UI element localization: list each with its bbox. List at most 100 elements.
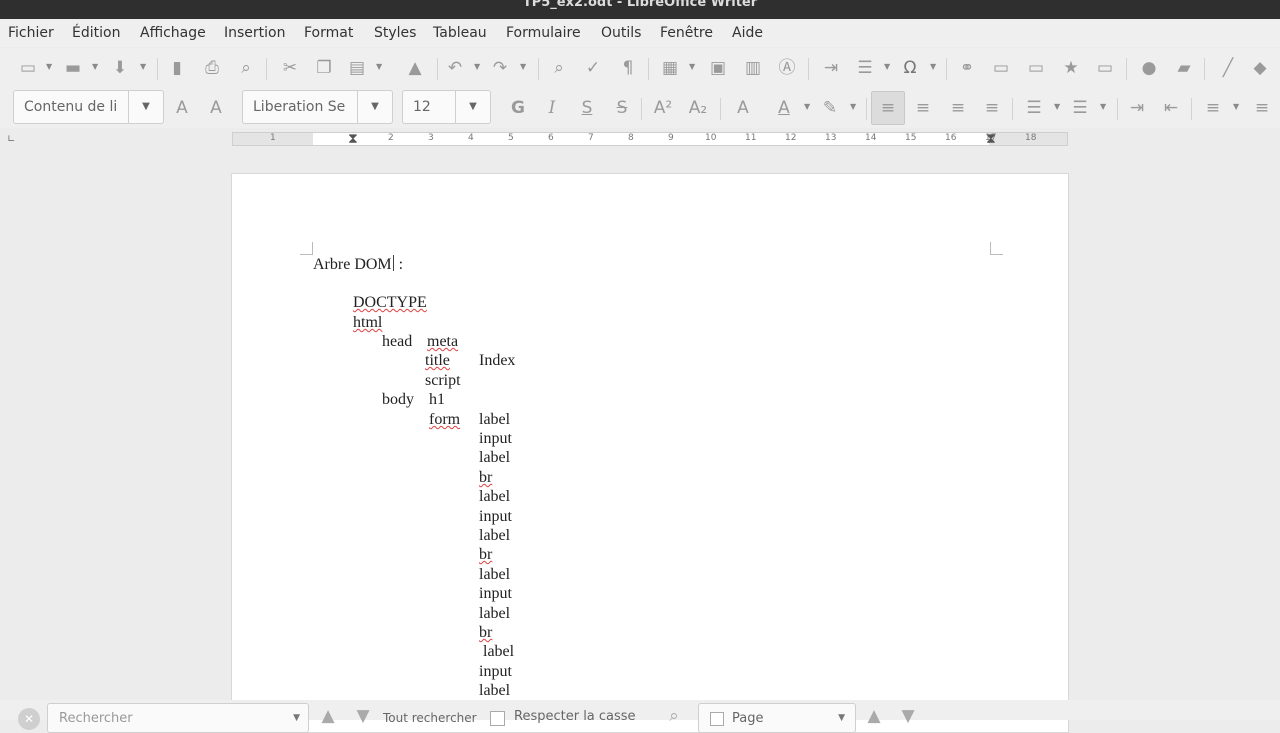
- unordered-list-icon[interactable]: ☰: [1024, 98, 1044, 118]
- underline-icon[interactable]: S: [577, 98, 597, 118]
- right-indent-marker-icon[interactable]: ⧗: [986, 131, 996, 147]
- insert-chart-icon[interactable]: ▥: [743, 58, 763, 78]
- chevron-down-icon[interactable]: ▼: [46, 62, 52, 71]
- chevron-down-icon[interactable]: ▼: [689, 62, 695, 71]
- decrease-indent-icon[interactable]: ⇤: [1161, 98, 1181, 118]
- chevron-down-icon[interactable]: ▼: [140, 62, 146, 71]
- font-color-icon[interactable]: A: [774, 98, 794, 118]
- spelling-icon[interactable]: ✓: [583, 58, 603, 78]
- highlight-icon[interactable]: ✎: [820, 98, 840, 118]
- find-replace-icon[interactable]: ⌕: [549, 58, 569, 78]
- subscript-icon[interactable]: A₂: [688, 98, 708, 118]
- track-changes-icon[interactable]: ▰: [1174, 58, 1194, 78]
- align-right-icon[interactable]: ≡: [948, 98, 968, 118]
- superscript-icon[interactable]: A²: [653, 98, 673, 118]
- align-center-icon[interactable]: ≡: [913, 98, 933, 118]
- menu-styles[interactable]: Styles: [374, 25, 416, 41]
- menu-tableau[interactable]: Tableau: [433, 25, 487, 41]
- document-page[interactable]: Arbre DOM : DOCTYPE html head meta title…: [231, 173, 1069, 733]
- search-scope-combo[interactable]: Page ▼: [698, 703, 856, 733]
- paragraph-style-combo[interactable]: Contenu de li ▼: [13, 90, 164, 124]
- chevron-down-icon[interactable]: ▼: [520, 62, 526, 71]
- find-previous-icon[interactable]: ▲: [318, 706, 338, 726]
- chevron-down-icon[interactable]: ▼: [850, 102, 856, 111]
- copy-icon[interactable]: ❐: [314, 58, 334, 78]
- bookmark-icon[interactable]: ★: [1061, 58, 1081, 78]
- menu-edition[interactable]: Édition: [72, 25, 120, 41]
- menu-affichage[interactable]: Affichage: [140, 25, 206, 41]
- chevron-down-icon[interactable]: ▼: [376, 62, 382, 71]
- clear-formatting-icon[interactable]: A: [733, 98, 753, 118]
- justify-icon[interactable]: ≡: [982, 98, 1002, 118]
- chevron-down-icon[interactable]: ▼: [1100, 102, 1106, 111]
- next-page-icon[interactable]: ▼: [898, 706, 918, 726]
- print-preview-icon[interactable]: ⌕: [236, 58, 256, 78]
- export-pdf-icon[interactable]: ▮: [167, 58, 187, 78]
- bold-icon[interactable]: G: [508, 98, 528, 118]
- font-name-combo[interactable]: Liberation Se ▼: [242, 90, 393, 124]
- close-find-icon[interactable]: ✕: [18, 708, 40, 730]
- menu-format[interactable]: Format: [304, 25, 353, 41]
- basic-shapes-icon[interactable]: ◆: [1250, 58, 1270, 78]
- tab-type-icon[interactable]: ∟: [7, 134, 15, 145]
- redo-icon[interactable]: ↷: [490, 58, 510, 78]
- cross-reference-icon[interactable]: ▭: [1095, 58, 1115, 78]
- undo-icon[interactable]: ↶: [445, 58, 465, 78]
- paste-icon[interactable]: ▤: [347, 58, 367, 78]
- chevron-down-icon[interactable]: ▼: [1233, 102, 1239, 111]
- find-all-button[interactable]: Tout rechercher: [383, 711, 477, 725]
- match-case-checkbox[interactable]: [490, 711, 505, 726]
- chevron-down-icon[interactable]: ▼: [1054, 102, 1060, 111]
- chevron-down-icon[interactable]: ▼: [804, 102, 810, 111]
- align-left-icon[interactable]: ≡: [878, 98, 898, 118]
- ordered-list-icon[interactable]: ☰: [1070, 98, 1090, 118]
- draw-line-icon[interactable]: ╱: [1218, 58, 1238, 78]
- chevron-down-icon[interactable]: ▼: [293, 713, 300, 723]
- menu-aide[interactable]: Aide: [732, 25, 763, 41]
- comment-icon[interactable]: ●: [1139, 58, 1159, 78]
- chevron-down-icon[interactable]: ▼: [838, 713, 845, 723]
- menu-fenetre[interactable]: Fenêtre: [660, 25, 713, 41]
- cut-icon[interactable]: ✂: [280, 58, 300, 78]
- chevron-down-icon[interactable]: ▼: [92, 62, 98, 71]
- special-character-icon[interactable]: Ω: [900, 58, 920, 78]
- increase-indent-icon[interactable]: ⇥: [1127, 98, 1147, 118]
- chevron-down-icon[interactable]: ▼: [455, 91, 490, 123]
- menu-fichier[interactable]: Fichier: [8, 25, 54, 41]
- footnote-icon[interactable]: ▭: [991, 58, 1011, 78]
- italic-icon[interactable]: I: [542, 98, 562, 118]
- chevron-down-icon[interactable]: ▼: [930, 62, 936, 71]
- new-document-icon[interactable]: ▭: [18, 58, 38, 78]
- save-icon[interactable]: ⬇: [110, 58, 130, 78]
- line-spacing-icon[interactable]: ≡: [1203, 98, 1223, 118]
- endnote-icon[interactable]: ▭: [1026, 58, 1046, 78]
- insert-image-icon[interactable]: ▣: [708, 58, 728, 78]
- insert-textbox-icon[interactable]: Ⓐ: [777, 58, 797, 78]
- find-replace-icon[interactable]: ⌕: [664, 706, 684, 726]
- page-break-icon[interactable]: ⇥: [821, 58, 841, 78]
- menu-insertion[interactable]: Insertion: [224, 25, 285, 41]
- chevron-down-icon[interactable]: ▼: [128, 91, 163, 123]
- insert-table-icon[interactable]: ▦: [660, 58, 680, 78]
- insert-field-icon[interactable]: ☰: [855, 58, 875, 78]
- scope-checkbox[interactable]: [710, 712, 724, 726]
- open-folder-icon[interactable]: ▬: [63, 58, 83, 78]
- formatting-marks-icon[interactable]: ¶: [618, 58, 638, 78]
- previous-page-icon[interactable]: ▲: [864, 706, 884, 726]
- search-input[interactable]: Rechercher ▼: [47, 703, 309, 733]
- horizontal-ruler[interactable]: 1 2 3 4 5 6 7 8 9 10 11 12 13 14 15 16 1…: [232, 131, 1068, 147]
- menu-formulaire[interactable]: Formulaire: [506, 25, 581, 41]
- chevron-down-icon[interactable]: ▼: [357, 91, 392, 123]
- hyperlink-icon[interactable]: ⚭: [957, 58, 977, 78]
- chevron-down-icon[interactable]: ▼: [474, 62, 480, 71]
- indent-marker-icon[interactable]: ⧗: [348, 131, 358, 147]
- menu-outils[interactable]: Outils: [601, 25, 641, 41]
- print-icon[interactable]: ⎙: [202, 58, 222, 78]
- strikethrough-icon[interactable]: S: [612, 98, 632, 118]
- update-style-icon[interactable]: A: [172, 98, 192, 118]
- clone-formatting-icon[interactable]: ▲: [405, 58, 425, 78]
- new-style-icon[interactable]: A: [206, 98, 226, 118]
- find-next-icon[interactable]: ▼: [353, 706, 373, 726]
- paragraph-spacing-icon[interactable]: ≡: [1252, 98, 1272, 118]
- chevron-down-icon[interactable]: ▼: [884, 62, 890, 71]
